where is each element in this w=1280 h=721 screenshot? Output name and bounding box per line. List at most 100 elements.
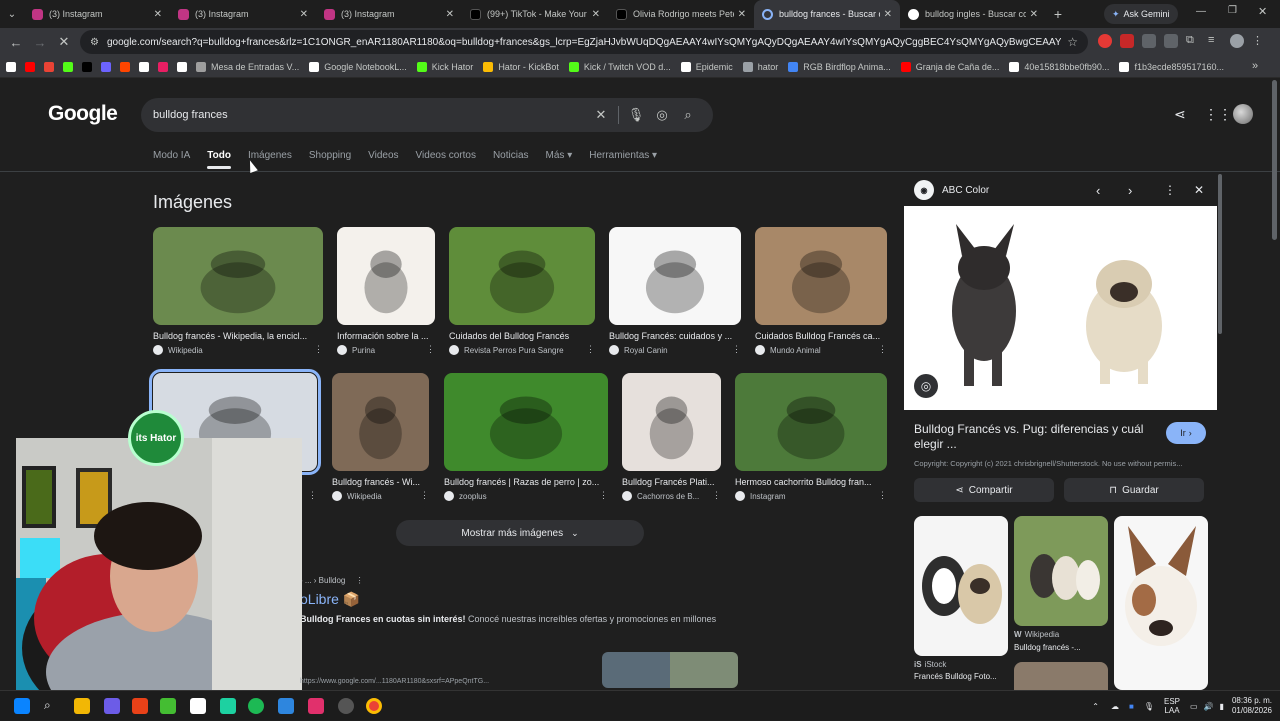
result-breadcrumb[interactable]: › ... › Bulldog ⋮ bbox=[300, 576, 740, 585]
bookmark-item[interactable]: 40e15818bbe0fb90... bbox=[1009, 61, 1109, 72]
page-scrollbar[interactable] bbox=[1272, 80, 1277, 240]
image-result-card[interactable]: Información sobre la ... Purina ⋮ bbox=[337, 227, 435, 355]
puzzle-icon[interactable]: ⧉ bbox=[1186, 34, 1200, 48]
search-tab[interactable]: Videos cortos bbox=[416, 150, 476, 169]
chevron-up-icon[interactable]: ⌃ bbox=[1092, 702, 1099, 711]
extension-icon[interactable] bbox=[1142, 34, 1156, 48]
image-result-card[interactable]: Bulldog francés - Wi... Wikipedia ⋮ bbox=[332, 373, 429, 501]
bookmark-item[interactable]: Epidemic bbox=[680, 61, 733, 72]
close-icon[interactable]: ✕ bbox=[446, 9, 454, 20]
language-indicator[interactable]: ESP LAA bbox=[1164, 697, 1180, 715]
app-icon[interactable] bbox=[278, 698, 294, 714]
clear-icon[interactable]: ✕ bbox=[588, 107, 614, 123]
bookmark-item[interactable]: Kick / Twitch VOD d... bbox=[568, 61, 671, 72]
image-result-card[interactable]: Bulldog francés | Razas de perro | zo...… bbox=[444, 373, 608, 501]
new-tab-button[interactable]: + bbox=[1046, 2, 1070, 26]
save-button[interactable]: ⊓ Guardar bbox=[1064, 478, 1204, 502]
windows-start-icon[interactable] bbox=[14, 698, 30, 714]
monitor-icon[interactable]: ▭ bbox=[1190, 702, 1198, 711]
search-tab[interactable]: Modo IA bbox=[153, 150, 190, 169]
search-input[interactable]: bulldog frances bbox=[153, 109, 588, 121]
bookmark-item[interactable] bbox=[6, 61, 21, 72]
go-button[interactable]: Ir › bbox=[1166, 422, 1206, 444]
close-window-button[interactable]: ✕ bbox=[1258, 5, 1267, 18]
kebab-menu-icon[interactable]: ⋮ bbox=[1164, 183, 1176, 197]
stop-button[interactable]: ✕ bbox=[52, 30, 76, 54]
image-result-card[interactable]: Cuidados del Bulldog Francés Revista Perr… bbox=[449, 227, 595, 355]
bookmark-item[interactable] bbox=[63, 61, 78, 72]
kebab-menu-icon[interactable]: ⋮ bbox=[586, 344, 595, 355]
image-thumbnail[interactable] bbox=[735, 373, 887, 471]
result-title[interactable]: oLibre 📦 bbox=[300, 591, 740, 608]
profile-avatar[interactable] bbox=[1230, 34, 1244, 48]
bookmark-item[interactable] bbox=[101, 61, 116, 72]
apps-grid-icon[interactable]: ⋮⋮ bbox=[1204, 106, 1232, 123]
app-icon[interactable] bbox=[190, 698, 206, 714]
preview-image[interactable]: ◎ bbox=[904, 206, 1217, 410]
chevron-left-icon[interactable]: ‹ bbox=[1096, 183, 1100, 198]
bookmark-item[interactable] bbox=[44, 61, 59, 72]
kebab-menu-icon[interactable]: ⋮ bbox=[732, 344, 741, 355]
browser-tab[interactable]: Olivia Rodrigo meets Peter ✕ bbox=[608, 0, 754, 28]
image-result-card[interactable]: Bulldog francés - Wikipedia, la encicl..… bbox=[153, 227, 323, 355]
bookmark-item[interactable] bbox=[177, 61, 192, 72]
kebab-menu-icon[interactable]: ⋮ bbox=[712, 490, 721, 501]
browser-tab[interactable]: (99+) TikTok - Make Your Da ✕ bbox=[462, 0, 608, 28]
kebab-menu-icon[interactable]: ⋮ bbox=[599, 490, 608, 501]
image-thumbnail[interactable] bbox=[444, 373, 608, 471]
related-image[interactable] bbox=[914, 516, 1008, 656]
image-thumbnail[interactable] bbox=[755, 227, 887, 325]
search-tab[interactable]: Shopping bbox=[309, 150, 351, 169]
image-thumbnail[interactable] bbox=[449, 227, 595, 325]
file-explorer-icon[interactable] bbox=[74, 698, 90, 714]
extension-icon[interactable] bbox=[1098, 34, 1112, 48]
close-icon[interactable]: ✕ bbox=[154, 9, 162, 20]
preview-title[interactable]: Bulldog Francés vs. Pug: diferencias y c… bbox=[914, 422, 1154, 452]
image-result-card[interactable]: Bulldog Francés: cuidados y ... Royal Can… bbox=[609, 227, 741, 355]
browser-tab[interactable]: (3) Instagram ✕ bbox=[316, 0, 462, 28]
search-tab[interactable]: Noticias bbox=[493, 150, 529, 169]
bookmark-item[interactable] bbox=[82, 61, 97, 72]
related-image[interactable] bbox=[1014, 662, 1108, 690]
forward-button[interactable]: → bbox=[28, 30, 52, 54]
image-thumbnail[interactable] bbox=[622, 373, 721, 471]
image-title[interactable]: Bulldog francés | Razas de perro | zo... bbox=[444, 477, 608, 487]
lens-icon[interactable]: ◎ bbox=[649, 107, 675, 123]
kebab-menu-icon[interactable]: ⋮ bbox=[420, 490, 429, 501]
volume-icon[interactable]: 🔊 bbox=[1204, 702, 1214, 711]
share-icon[interactable]: ⋖ bbox=[1174, 106, 1186, 123]
close-icon[interactable]: ✕ bbox=[1030, 9, 1038, 20]
image-title[interactable]: Bulldog francés - Wikipedia, la encicl..… bbox=[153, 331, 323, 341]
kebab-menu-icon[interactable]: ⋮ bbox=[1252, 34, 1263, 48]
tab-search-icon[interactable]: ⌄ bbox=[0, 2, 24, 26]
kebab-menu-icon[interactable]: ⋮ bbox=[878, 490, 887, 501]
related-image[interactable] bbox=[1114, 516, 1208, 690]
bookmark-item[interactable]: RGB Birdflop Anima... bbox=[788, 61, 891, 72]
app-tray-icon[interactable]: ■ bbox=[1129, 702, 1134, 711]
site-info-icon[interactable]: ⚙ bbox=[90, 37, 99, 48]
browser-tab[interactable]: bulldog ingles - Buscar con ✕ bbox=[900, 0, 1046, 28]
app-icon[interactable] bbox=[160, 698, 176, 714]
bookmark-item[interactable]: hator bbox=[742, 61, 778, 72]
bookmark-item[interactable]: Kick Hator bbox=[416, 61, 473, 72]
image-result-card[interactable]: Cuidados Bulldog Francés ca... Mundo Anim… bbox=[755, 227, 887, 355]
bookmark-item[interactable] bbox=[139, 61, 154, 72]
preview-source[interactable]: ABC Color bbox=[942, 185, 989, 196]
extension-icon[interactable] bbox=[1164, 34, 1178, 48]
app-icon[interactable] bbox=[338, 698, 354, 714]
kebab-menu-icon[interactable]: ⋮ bbox=[878, 344, 887, 355]
kebab-menu-icon[interactable]: ⋮ bbox=[308, 490, 317, 501]
bookmark-item[interactable]: Mesa de Entradas V... bbox=[196, 61, 299, 72]
image-title[interactable]: Bulldog Francés Plati... bbox=[622, 477, 721, 487]
share-button[interactable]: ⋖ Compartir bbox=[914, 478, 1054, 502]
image-title[interactable]: Cuidados del Bulldog Francés bbox=[449, 331, 595, 341]
image-result-card[interactable]: Hermoso cachorrito Bulldog fran... Instag… bbox=[735, 373, 887, 501]
related-image[interactable] bbox=[1014, 516, 1108, 626]
image-thumbnail[interactable] bbox=[332, 373, 429, 471]
close-icon[interactable]: ✕ bbox=[592, 9, 600, 20]
back-button[interactable]: ← bbox=[4, 30, 28, 54]
browser-tab[interactable]: (3) Instagram ✕ bbox=[170, 0, 316, 28]
app-icon[interactable] bbox=[220, 698, 236, 714]
panel-scrollbar[interactable] bbox=[1218, 174, 1222, 334]
image-thumbnail[interactable] bbox=[609, 227, 741, 325]
